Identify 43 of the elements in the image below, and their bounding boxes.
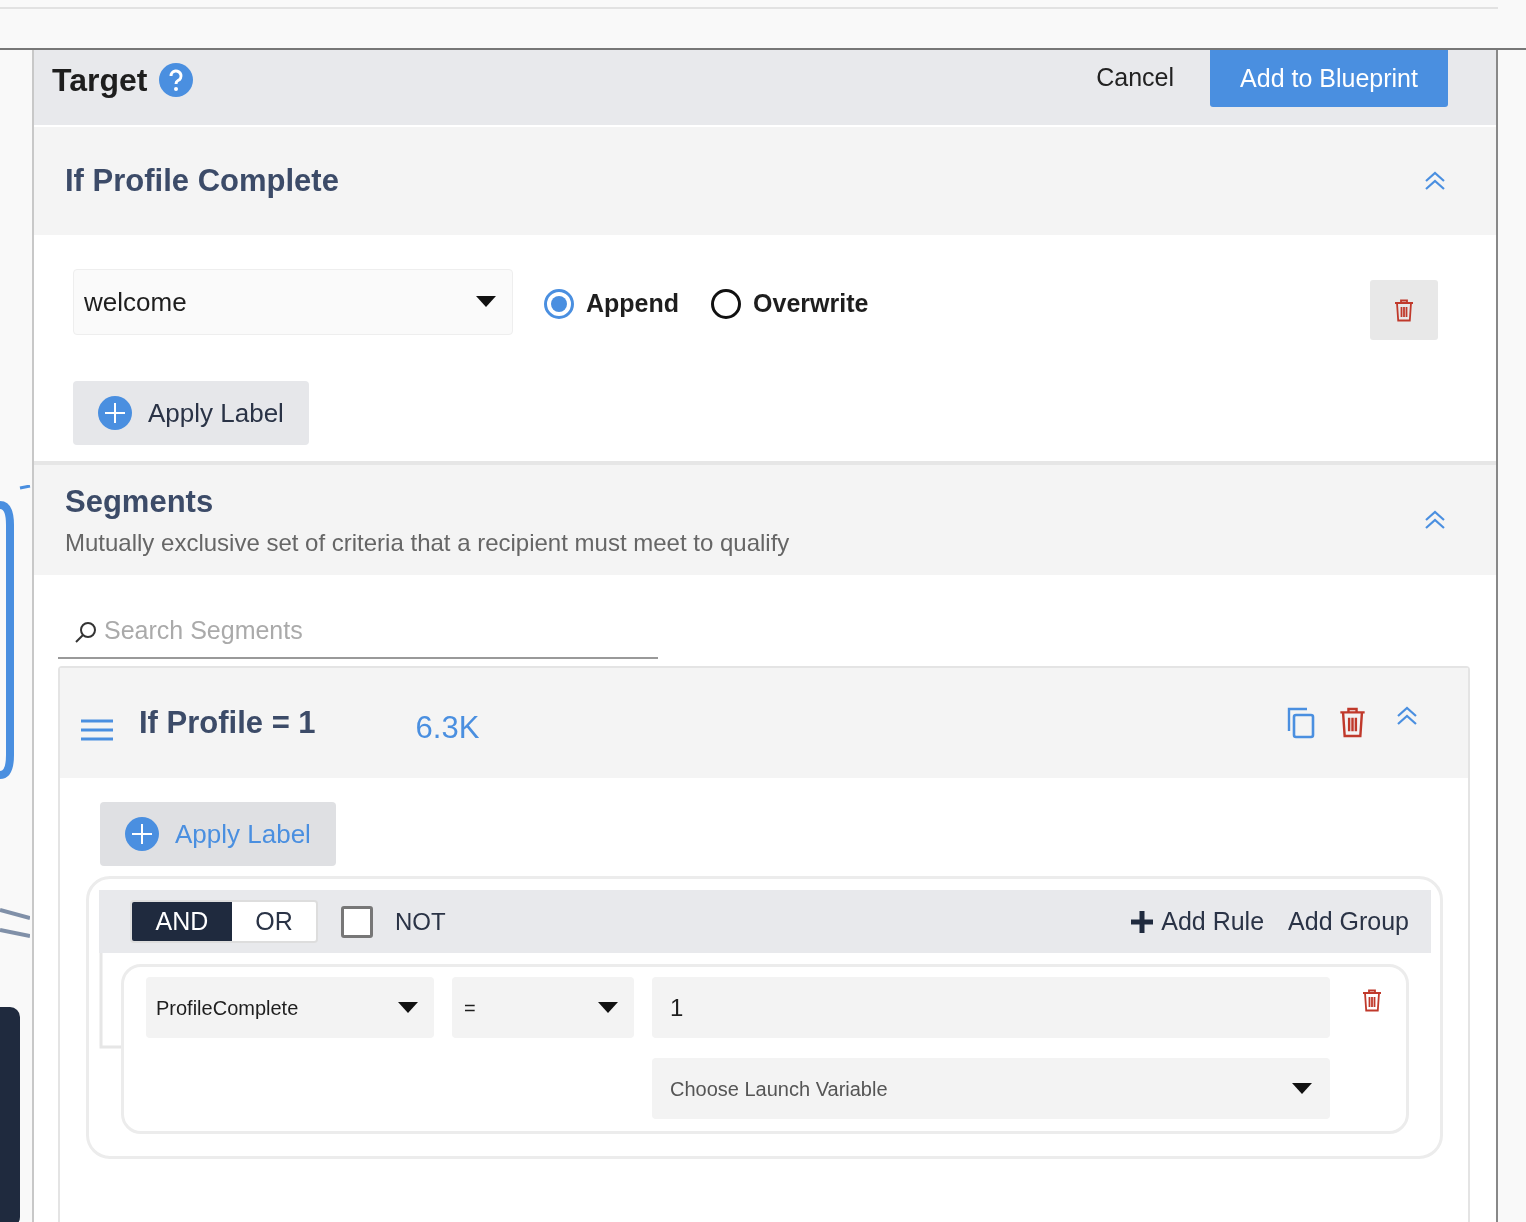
panel-title: Target <box>52 61 148 100</box>
collapse-icon[interactable] <box>1424 171 1446 191</box>
section-description: Mutually exclusive set of criteria that a recipient must meet to qualify <box>65 528 790 559</box>
connector-line <box>0 908 30 938</box>
operator-select[interactable]: = <box>452 977 634 1038</box>
field-select[interactable]: ProfileComplete <box>146 977 434 1038</box>
help-icon[interactable] <box>159 63 194 97</box>
trash-icon[interactable] <box>1362 989 1382 1012</box>
search-icon <box>74 620 98 644</box>
label-select[interactable]: welcome <box>73 269 513 335</box>
checkbox-label: NOT <box>395 906 446 937</box>
plus-icon <box>98 396 132 430</box>
delete-button[interactable] <box>1370 280 1438 340</box>
add-group-button[interactable]: Add Group <box>1288 902 1409 941</box>
copy-icon[interactable] <box>1287 707 1315 739</box>
caret-icon <box>598 1001 618 1014</box>
radio-label: Overwrite <box>753 288 869 319</box>
caret-icon <box>476 296 496 308</box>
cancel-button[interactable]: Cancel <box>1096 50 1174 97</box>
add-rule-button[interactable]: Add Rule <box>1131 902 1265 941</box>
logic-toggle[interactable]: OR <box>232 902 316 941</box>
section-title: Segments <box>65 482 215 521</box>
search-field[interactable]: Search Segments <box>58 603 658 659</box>
launch-variable-select[interactable]: Choose Launch Variable <box>652 1058 1330 1119</box>
collapse-icon[interactable] <box>1396 706 1418 726</box>
trash-icon[interactable] <box>1339 707 1366 739</box>
plus-icon <box>125 817 159 851</box>
menu-icon[interactable] <box>81 719 113 741</box>
segment-count: 6.3K <box>415 708 480 747</box>
radio-label: Append <box>586 288 680 319</box>
radio-button[interactable] <box>711 288 742 319</box>
collapse-icon[interactable] <box>1424 510 1446 530</box>
caret-icon <box>398 1001 418 1014</box>
plus-icon <box>1131 910 1154 933</box>
section-title: If Profile Complete <box>65 161 339 200</box>
caret-icon <box>1292 1082 1312 1095</box>
logic-toggle[interactable]: AND <box>132 902 232 941</box>
apply-label-button[interactable]: Apply Label <box>73 381 309 445</box>
trash-icon[interactable] <box>1394 298 1414 322</box>
not-checkbox[interactable] <box>341 905 373 938</box>
radio-button[interactable] <box>544 288 574 319</box>
segment-title: If Profile = 1 <box>139 703 316 742</box>
value-field[interactable]: 1 <box>652 977 1330 1038</box>
